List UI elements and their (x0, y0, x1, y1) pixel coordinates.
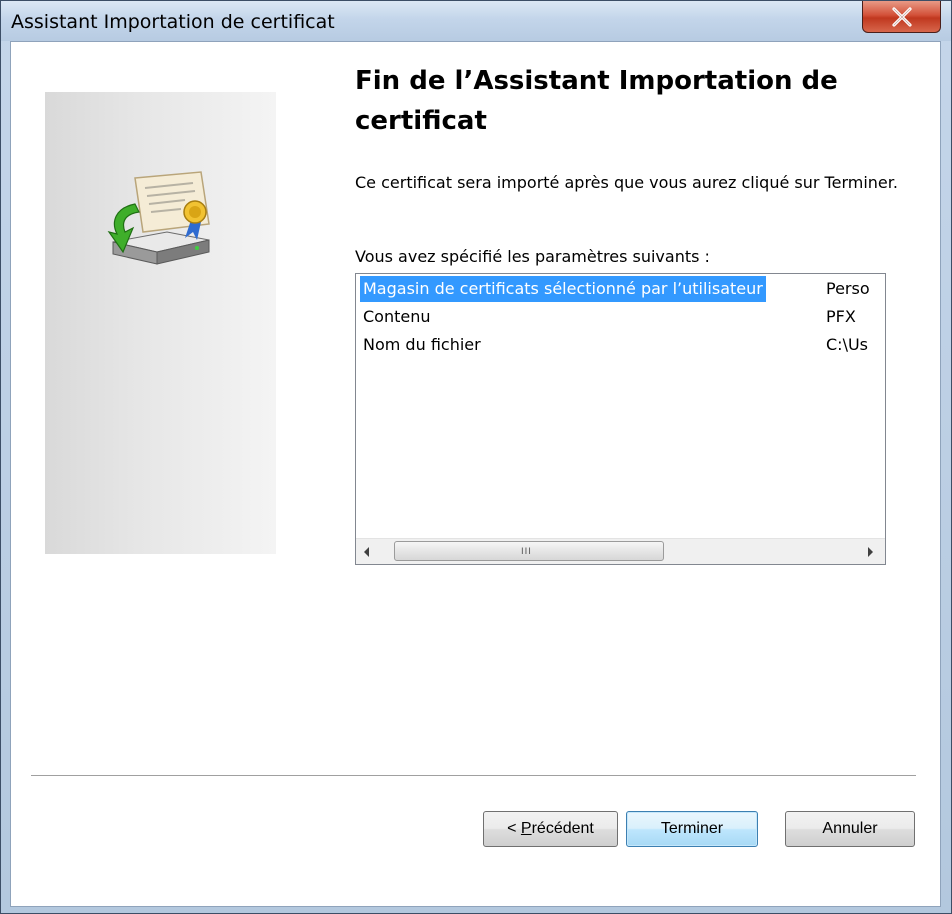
list-item-name: Magasin de certificats sélectionné par l… (360, 276, 766, 302)
finish-button[interactable]: Terminer (626, 811, 758, 847)
list-item-name: Contenu (363, 307, 431, 326)
list-item-value: C:\Us (826, 335, 868, 354)
close-icon (892, 7, 912, 27)
horizontal-scrollbar[interactable]: III (356, 538, 885, 564)
scrollbar-grip: III (521, 547, 532, 557)
page-title: Fin de l’Assistant Importation de certif… (355, 66, 838, 136)
previous-button[interactable]: < Précédent (483, 811, 618, 847)
scrollbar-thumb[interactable]: III (394, 541, 664, 561)
settings-listbox[interactable]: Magasin de certificats sélectionné par l… (355, 273, 886, 565)
certificate-import-icon (107, 171, 210, 265)
list-item-value: PFX (826, 307, 856, 326)
cancel-button[interactable]: Annuler (785, 811, 915, 847)
window-title: Assistant Importation de certificat (11, 11, 335, 33)
list-item-name: Nom du fichier (363, 335, 481, 354)
scroll-left-arrow-icon[interactable] (364, 547, 369, 557)
close-button[interactable] (862, 1, 941, 33)
previous-label-rest: récédent (531, 820, 594, 837)
description-text: Ce certificat sera importé après que vou… (355, 173, 898, 192)
settings-list-label: Vous avez spécifié les paramètres suivan… (355, 247, 710, 266)
wizard-window: Assistant Importation de certificat Fin … (0, 0, 952, 914)
previous-label-mnemonic: P (520, 820, 532, 837)
list-row-content[interactable]: Contenu PFX (356, 304, 885, 330)
wizard-side-panel (45, 92, 276, 554)
list-row-filename[interactable]: Nom du fichier C:\Us (356, 332, 885, 358)
list-row-store[interactable]: Magasin de certificats sélectionné par l… (356, 276, 885, 302)
list-item-value: Perso (826, 279, 870, 298)
footer-separator (31, 775, 916, 777)
title-bar[interactable]: Assistant Importation de certificat (1, 1, 951, 41)
previous-label-prefix: < (507, 820, 521, 837)
scroll-right-arrow-icon[interactable] (868, 547, 873, 557)
